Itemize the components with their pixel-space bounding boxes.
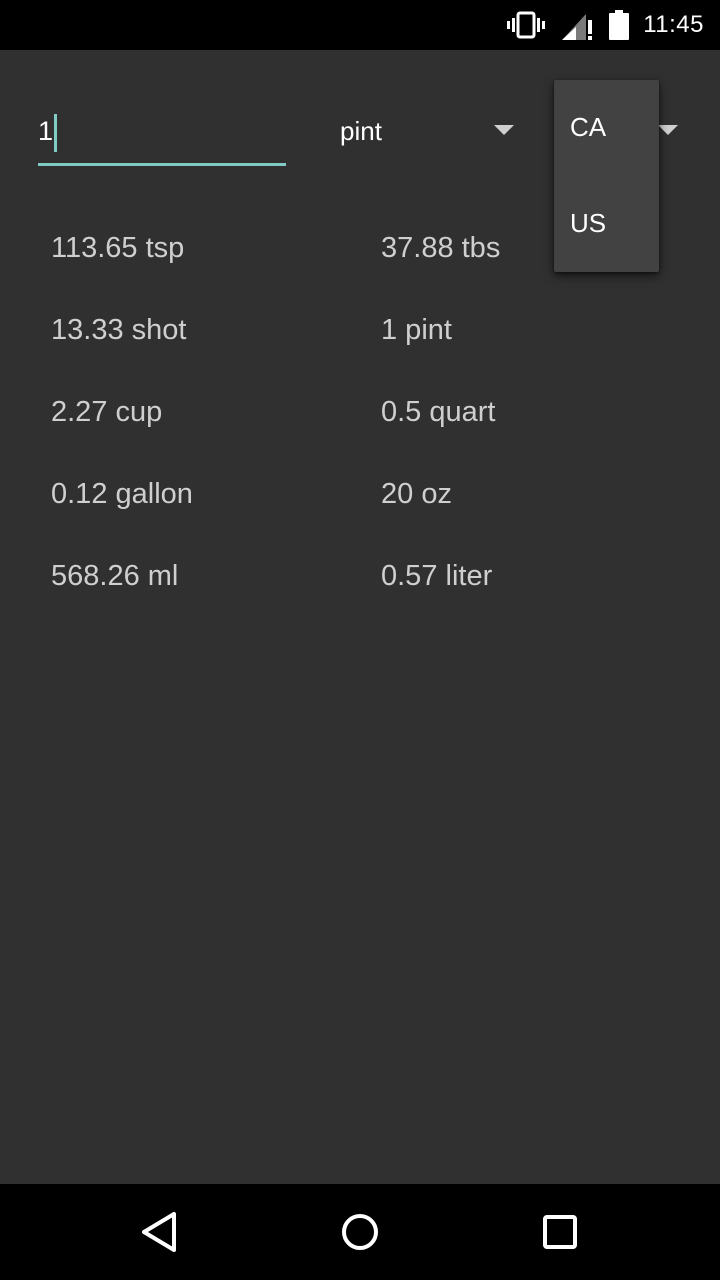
result-value: 113.65 tsp xyxy=(51,232,185,264)
status-time: 11:45 xyxy=(643,11,704,38)
input-underline xyxy=(38,163,286,166)
vibrate-icon xyxy=(507,11,545,39)
dropdown-arrow-icon xyxy=(494,125,514,135)
result-row: 113.65 tsp 37.88 tbs xyxy=(50,232,690,314)
result-row: 2.27 cup 0.5 quart xyxy=(50,396,690,478)
region-option-label: CA xyxy=(570,112,607,142)
result-value: 13.33 shot xyxy=(51,314,187,346)
result-row: 0.12 gallon 20 oz xyxy=(50,478,690,560)
converter-screen: 1 pint CA US 113.65 tsp 37.88 tbs 13.33 … xyxy=(0,50,720,1184)
result-value: 2.27 cup xyxy=(51,396,163,428)
result-row: 568.26 ml 0.57 liter xyxy=(50,560,690,642)
unit-spinner-label: pint xyxy=(340,116,382,146)
amount-input[interactable]: 1 xyxy=(38,110,286,166)
result-value: 568.26 ml xyxy=(51,560,179,592)
navigation-bar xyxy=(0,1184,720,1280)
dropdown-arrow-icon xyxy=(658,125,678,135)
result-value: 1 pint xyxy=(381,314,452,346)
result-value: 20 oz xyxy=(381,478,452,510)
result-value: 37.88 tbs xyxy=(381,232,501,264)
battery-icon xyxy=(609,10,629,40)
result-value: 0.5 quart xyxy=(381,396,496,428)
status-bar: 11:45 xyxy=(0,0,720,50)
signal-icon xyxy=(562,14,592,40)
region-spinner[interactable] xyxy=(658,125,678,135)
back-icon[interactable] xyxy=(136,1208,184,1256)
results-grid: 113.65 tsp 37.88 tbs 13.33 shot 1 pint 2… xyxy=(50,232,690,642)
unit-spinner[interactable]: pint xyxy=(340,108,520,154)
home-icon[interactable] xyxy=(336,1208,384,1256)
text-cursor xyxy=(54,114,57,152)
recents-icon[interactable] xyxy=(536,1208,584,1256)
region-option-ca[interactable]: CA xyxy=(554,80,659,176)
result-value: 0.12 gallon xyxy=(51,478,193,510)
amount-input-value: 1 xyxy=(38,116,54,146)
result-row: 13.33 shot 1 pint xyxy=(50,314,690,396)
result-value: 0.57 liter xyxy=(381,560,493,592)
